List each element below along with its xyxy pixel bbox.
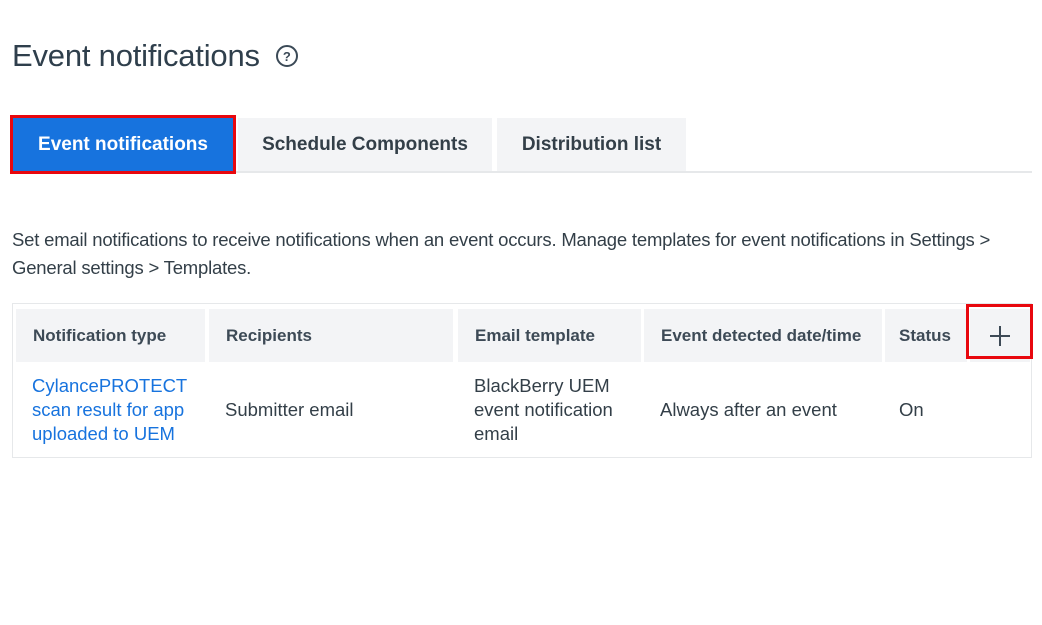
column-header-email-template[interactable]: Email template (458, 309, 641, 362)
tab-event-notifications[interactable]: Event notifications (12, 118, 234, 171)
help-circle-icon[interactable]: ? (275, 45, 298, 67)
description-text: Set email notifications to receive notif… (12, 229, 991, 278)
column-header-event-detected[interactable]: Event detected date/time (644, 309, 882, 362)
notification-type-link[interactable]: CylancePROTECT scan result for app uploa… (32, 374, 207, 446)
email-template-cell: BlackBerry UEM event notification email (474, 375, 613, 444)
column-header-recipients[interactable]: Recipients (209, 309, 453, 362)
notifications-table: Notification type Recipients Email templ… (12, 303, 1032, 458)
page-title: Event notifications ? (12, 38, 298, 74)
status-cell: On (899, 399, 924, 420)
tab-distribution-list[interactable]: Distribution list (497, 118, 686, 171)
column-header-notification-type[interactable]: Notification type (16, 309, 205, 362)
column-header-status[interactable]: Status (885, 309, 967, 362)
tab-bar: Event notifications Schedule Components … (12, 118, 1032, 173)
tab-schedule-components[interactable]: Schedule Components (238, 118, 492, 171)
event-detected-cell: Always after an event (660, 399, 837, 420)
recipients-cell: Submitter email (225, 399, 354, 420)
add-notification-button[interactable] (970, 309, 1030, 362)
plus-icon (990, 325, 1010, 346)
page-title-text: Event notifications (12, 38, 260, 73)
